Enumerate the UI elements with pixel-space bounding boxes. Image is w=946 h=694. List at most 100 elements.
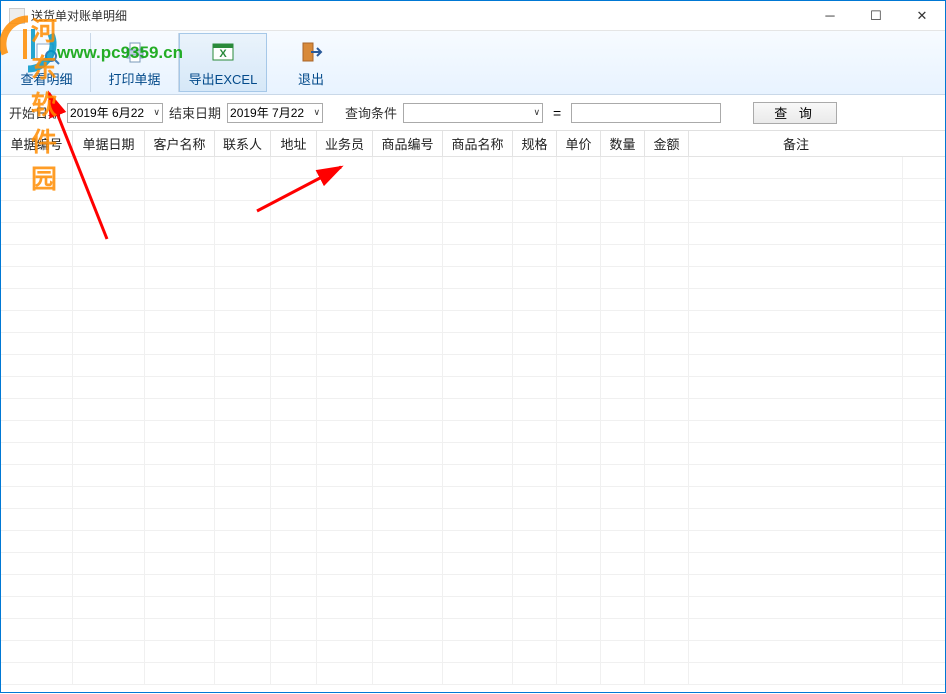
table-cell: [443, 333, 513, 354]
close-button[interactable]: ✕: [899, 1, 945, 31]
column-header-spec[interactable]: 规格: [513, 131, 557, 156]
table-cell: [645, 509, 689, 530]
table-cell: [271, 641, 317, 662]
table-cell: [689, 223, 903, 244]
table-cell: [73, 641, 145, 662]
table-cell: [557, 641, 601, 662]
table-cell: [1, 531, 73, 552]
column-header-bill_no[interactable]: 单据编号: [1, 131, 73, 156]
table-cell: [1, 663, 73, 684]
table-cell: [513, 553, 557, 574]
table-cell: [215, 223, 271, 244]
end-date-value: 2019年 7月22: [230, 104, 304, 121]
table-cell: [513, 663, 557, 684]
table-row: [1, 553, 945, 575]
table-cell: [689, 597, 903, 618]
table-cell: [215, 531, 271, 552]
column-header-goods_no[interactable]: 商品编号: [373, 131, 443, 156]
table-cell: [443, 531, 513, 552]
table-cell: [1, 157, 73, 178]
table-cell: [145, 663, 215, 684]
table-cell: [215, 355, 271, 376]
svg-text:X: X: [219, 48, 227, 60]
table-header: 单据编号单据日期客户名称联系人地址业务员商品编号商品名称规格单价数量金额备注: [1, 131, 945, 157]
view-details-label: 查看明细: [20, 69, 72, 88]
table-cell: [513, 619, 557, 640]
column-header-qty[interactable]: 数量: [601, 131, 645, 156]
condition-combo[interactable]: ∨: [403, 103, 543, 123]
table-cell: [513, 289, 557, 310]
table-row: [1, 663, 945, 685]
table-cell: [645, 553, 689, 574]
column-header-goods_name[interactable]: 商品名称: [443, 131, 513, 156]
table-cell: [317, 641, 373, 662]
table-cell: [557, 443, 601, 464]
search-input[interactable]: [571, 103, 721, 123]
table-cell: [145, 553, 215, 574]
start-date-label: 开始日期: [9, 103, 61, 122]
titlebar: 送货单对账单明细 ─ ☐ ✕: [1, 1, 945, 31]
table-cell: [557, 421, 601, 442]
start-date-picker[interactable]: 2019年 6月22 ∨: [67, 103, 163, 123]
table-cell: [145, 509, 215, 530]
column-header-amount[interactable]: 金额: [645, 131, 689, 156]
table-cell: [689, 355, 903, 376]
table-cell: [271, 597, 317, 618]
table-row: [1, 267, 945, 289]
table-cell: [271, 619, 317, 640]
export-excel-label: 导出EXCEL: [189, 69, 258, 88]
start-date-value: 2019年 6月22: [70, 104, 144, 121]
column-header-salesman[interactable]: 业务员: [317, 131, 373, 156]
view-details-button[interactable]: 查看明细: [3, 33, 91, 92]
table-cell: [215, 487, 271, 508]
export-excel-button[interactable]: X 导出EXCEL: [179, 33, 267, 92]
column-header-bill_date[interactable]: 单据日期: [73, 131, 145, 156]
column-header-address[interactable]: 地址: [271, 131, 317, 156]
column-header-remark[interactable]: 备注: [689, 131, 903, 156]
table-cell: [73, 509, 145, 530]
table-cell: [443, 487, 513, 508]
table-cell: [373, 311, 443, 332]
table-cell: [443, 399, 513, 420]
table-cell: [513, 465, 557, 486]
table-cell: [145, 311, 215, 332]
table-cell: [557, 179, 601, 200]
table-cell: [73, 377, 145, 398]
table-cell: [443, 619, 513, 640]
column-header-customer[interactable]: 客户名称: [145, 131, 215, 156]
table-cell: [443, 443, 513, 464]
table-cell: [373, 465, 443, 486]
table-cell: [689, 399, 903, 420]
table-cell: [601, 641, 645, 662]
table-cell: [601, 443, 645, 464]
column-header-contact[interactable]: 联系人: [215, 131, 271, 156]
table-cell: [513, 399, 557, 420]
print-button[interactable]: 打印单据: [91, 33, 179, 92]
search-button[interactable]: 查 询: [753, 102, 837, 124]
excel-icon: X: [208, 37, 238, 67]
table-cell: [513, 641, 557, 662]
table-cell: [73, 289, 145, 310]
column-header-price[interactable]: 单价: [557, 131, 601, 156]
table-cell: [1, 597, 73, 618]
table-cell: [513, 377, 557, 398]
exit-button[interactable]: 退出: [267, 33, 355, 92]
end-date-picker[interactable]: 2019年 7月22 ∨: [227, 103, 323, 123]
minimize-button[interactable]: ─: [807, 1, 853, 31]
table-cell: [513, 531, 557, 552]
table-cell: [215, 311, 271, 332]
table-cell: [145, 245, 215, 266]
maximize-button[interactable]: ☐: [853, 1, 899, 31]
magnifier-icon: [32, 37, 62, 67]
table-cell: [443, 267, 513, 288]
table-cell: [645, 201, 689, 222]
table-cell: [271, 245, 317, 266]
table-cell: [271, 289, 317, 310]
table-cell: [689, 509, 903, 530]
table-cell: [601, 377, 645, 398]
table-cell: [645, 245, 689, 266]
table-cell: [215, 333, 271, 354]
table-cell: [373, 377, 443, 398]
app-icon: [9, 8, 25, 24]
table-cell: [689, 487, 903, 508]
